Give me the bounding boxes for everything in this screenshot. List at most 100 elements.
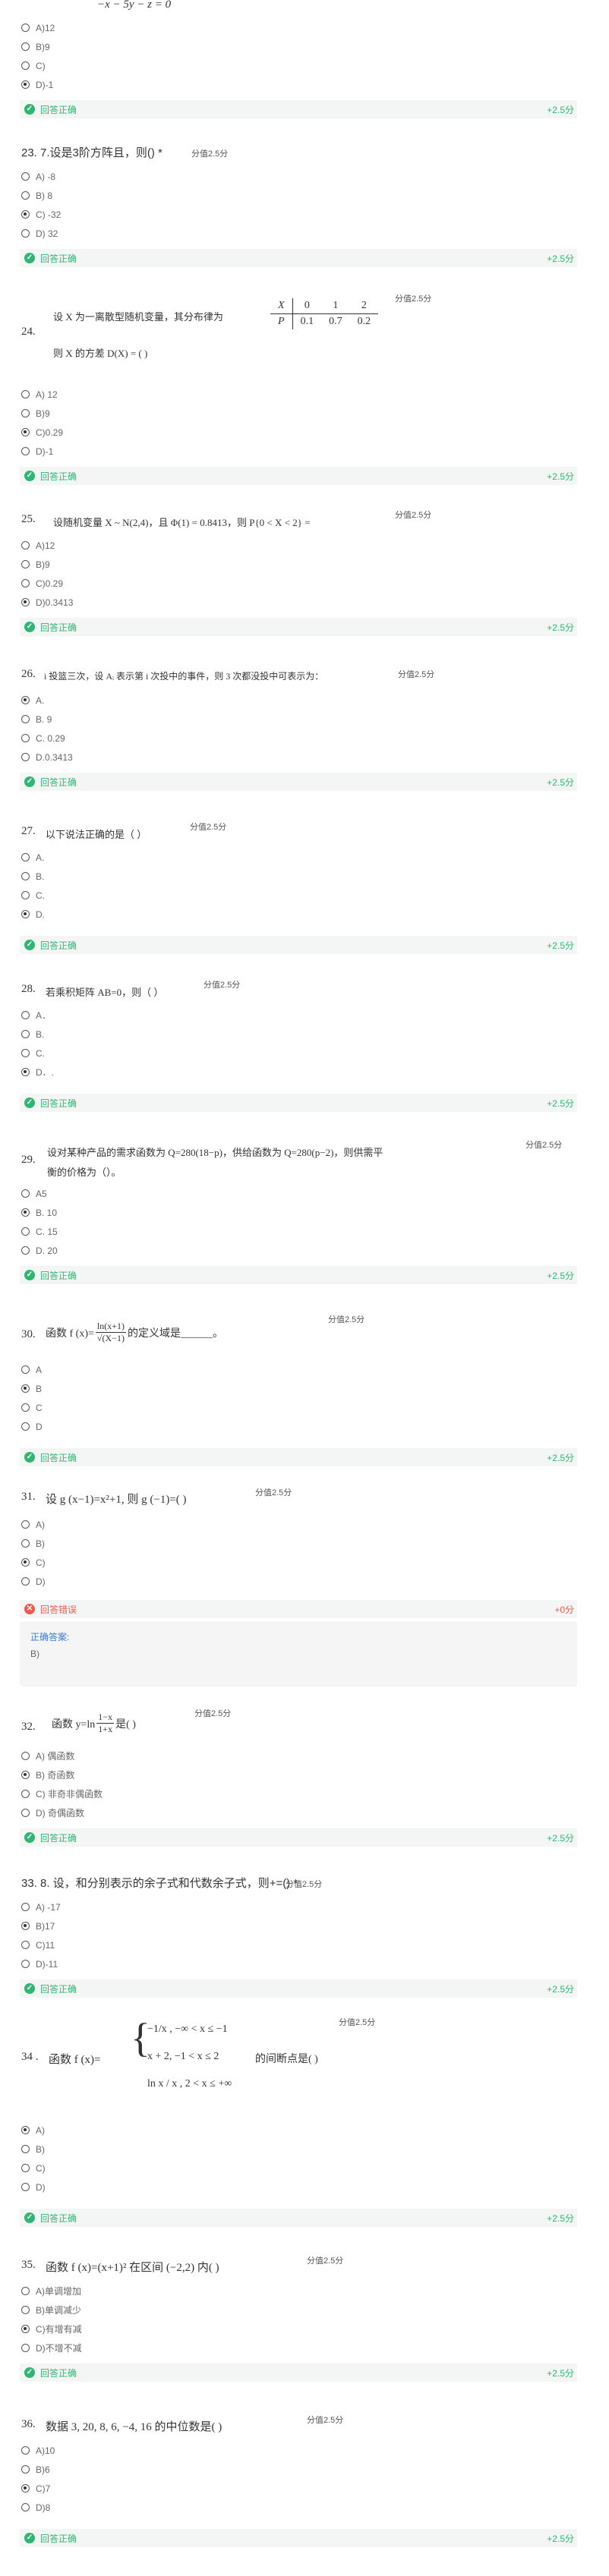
- option-d[interactable]: D．.: [21, 1063, 54, 1082]
- radio-button[interactable]: [21, 229, 30, 238]
- radio-button[interactable]: [21, 910, 30, 918]
- option-d[interactable]: D.: [21, 905, 45, 924]
- radio-button[interactable]: [21, 2465, 30, 2474]
- option-d[interactable]: D): [21, 2178, 46, 2197]
- option-c[interactable]: C)7: [21, 2479, 55, 2498]
- option-a[interactable]: A): [21, 2121, 46, 2140]
- option-d[interactable]: D): [21, 1572, 46, 1591]
- radio-button[interactable]: [21, 598, 30, 606]
- option-c[interactable]: C): [21, 1553, 46, 1572]
- radio-button[interactable]: [21, 1011, 30, 1019]
- radio-button[interactable]: [21, 1208, 30, 1217]
- option-b[interactable]: B)6: [21, 2460, 55, 2479]
- radio-button[interactable]: [21, 1049, 30, 1057]
- option-a[interactable]: A) 12: [21, 385, 63, 404]
- option-b[interactable]: B)单调减少: [21, 2300, 82, 2319]
- radio-button[interactable]: [21, 1384, 30, 1393]
- option-b[interactable]: B. 10: [21, 1203, 58, 1222]
- option-a[interactable]: A: [21, 1360, 43, 1379]
- radio-button[interactable]: [21, 1752, 30, 1760]
- option-b[interactable]: B: [21, 1379, 43, 1398]
- radio-button[interactable]: [21, 1403, 30, 1412]
- radio-button[interactable]: [21, 2287, 30, 2295]
- radio-button[interactable]: [21, 1903, 30, 1911]
- option-a[interactable]: A)10: [21, 2441, 55, 2460]
- radio-button[interactable]: [21, 560, 30, 568]
- option-d[interactable]: D)0.3413: [21, 593, 73, 612]
- radio-button[interactable]: [21, 43, 30, 51]
- radio-button[interactable]: [21, 2183, 30, 2191]
- option-d[interactable]: D.0.3413: [21, 748, 73, 767]
- option-a[interactable]: A)12: [21, 18, 55, 37]
- option-d[interactable]: D)不增不减: [21, 2338, 82, 2357]
- radio-button[interactable]: [21, 696, 30, 704]
- option-b[interactable]: B): [21, 2140, 46, 2159]
- option-c[interactable]: C) 非奇非偶函数: [21, 1784, 103, 1803]
- option-c[interactable]: C)0.29: [21, 574, 73, 593]
- radio-button[interactable]: [21, 61, 30, 70]
- radio-button[interactable]: [21, 1577, 30, 1586]
- radio-button[interactable]: [21, 579, 30, 587]
- option-a[interactable]: A) 偶函数: [21, 1746, 103, 1765]
- option-c[interactable]: C): [21, 2159, 46, 2178]
- option-b[interactable]: B) 8: [21, 186, 61, 205]
- option-c[interactable]: C: [21, 1398, 43, 1417]
- radio-button[interactable]: [21, 1068, 30, 1076]
- radio-button[interactable]: [21, 172, 30, 181]
- option-c[interactable]: C) -32: [21, 205, 61, 224]
- radio-button[interactable]: [21, 541, 30, 550]
- radio-button[interactable]: [21, 2446, 30, 2455]
- option-a[interactable]: A．: [21, 1006, 54, 1025]
- radio-button[interactable]: [21, 1790, 30, 1798]
- radio-button[interactable]: [21, 753, 30, 761]
- radio-button[interactable]: [21, 1922, 30, 1930]
- option-c[interactable]: C)有增有减: [21, 2319, 82, 2338]
- option-c[interactable]: C)0.29: [21, 423, 63, 442]
- option-a[interactable]: A)单调增加: [21, 2282, 82, 2300]
- radio-button[interactable]: [21, 715, 30, 723]
- radio-button[interactable]: [21, 2164, 30, 2172]
- option-b[interactable]: B)17: [21, 1916, 61, 1935]
- radio-button[interactable]: [21, 1227, 30, 1236]
- option-d[interactable]: D)-1: [21, 442, 63, 461]
- radio-button[interactable]: [21, 853, 30, 861]
- option-d[interactable]: D. 20: [21, 1241, 58, 1260]
- radio-button[interactable]: [21, 1809, 30, 1817]
- radio-button[interactable]: [21, 428, 30, 436]
- option-d[interactable]: D: [21, 1417, 43, 1436]
- option-a[interactable]: A.: [21, 848, 45, 867]
- option-b[interactable]: B)9: [21, 404, 63, 423]
- option-d[interactable]: D)-11: [21, 1954, 61, 1973]
- radio-button[interactable]: [21, 891, 30, 899]
- option-b[interactable]: B. 9: [21, 710, 73, 729]
- option-a[interactable]: A) -8: [21, 167, 61, 186]
- option-c[interactable]: C. 15: [21, 1222, 58, 1241]
- radio-button[interactable]: [21, 1246, 30, 1255]
- option-a[interactable]: A.: [21, 691, 73, 710]
- option-d[interactable]: D) 32: [21, 224, 61, 243]
- option-a[interactable]: A) -17: [21, 1897, 61, 1916]
- radio-button[interactable]: [21, 1558, 30, 1567]
- option-b[interactable]: B): [21, 1534, 46, 1553]
- option-a[interactable]: A)12: [21, 536, 73, 555]
- radio-button[interactable]: [21, 872, 30, 880]
- radio-button[interactable]: [21, 1030, 30, 1038]
- radio-button[interactable]: [21, 390, 30, 398]
- option-a[interactable]: A5: [21, 1184, 58, 1203]
- radio-button[interactable]: [21, 2126, 30, 2134]
- radio-button[interactable]: [21, 447, 30, 455]
- radio-button[interactable]: [21, 1422, 30, 1431]
- option-b[interactable]: B)9: [21, 555, 73, 574]
- radio-button[interactable]: [21, 24, 30, 32]
- option-d[interactable]: D)-1: [21, 75, 55, 94]
- radio-button[interactable]: [21, 1189, 30, 1198]
- option-b[interactable]: B.: [21, 867, 45, 886]
- radio-button[interactable]: [21, 409, 30, 417]
- radio-button[interactable]: [21, 1520, 30, 1529]
- radio-button[interactable]: [21, 1771, 30, 1779]
- option-b[interactable]: B.: [21, 1025, 54, 1044]
- option-b[interactable]: B) 奇函数: [21, 1765, 103, 1784]
- option-a[interactable]: A): [21, 1515, 46, 1534]
- radio-button[interactable]: [21, 2503, 30, 2511]
- radio-button[interactable]: [21, 80, 30, 89]
